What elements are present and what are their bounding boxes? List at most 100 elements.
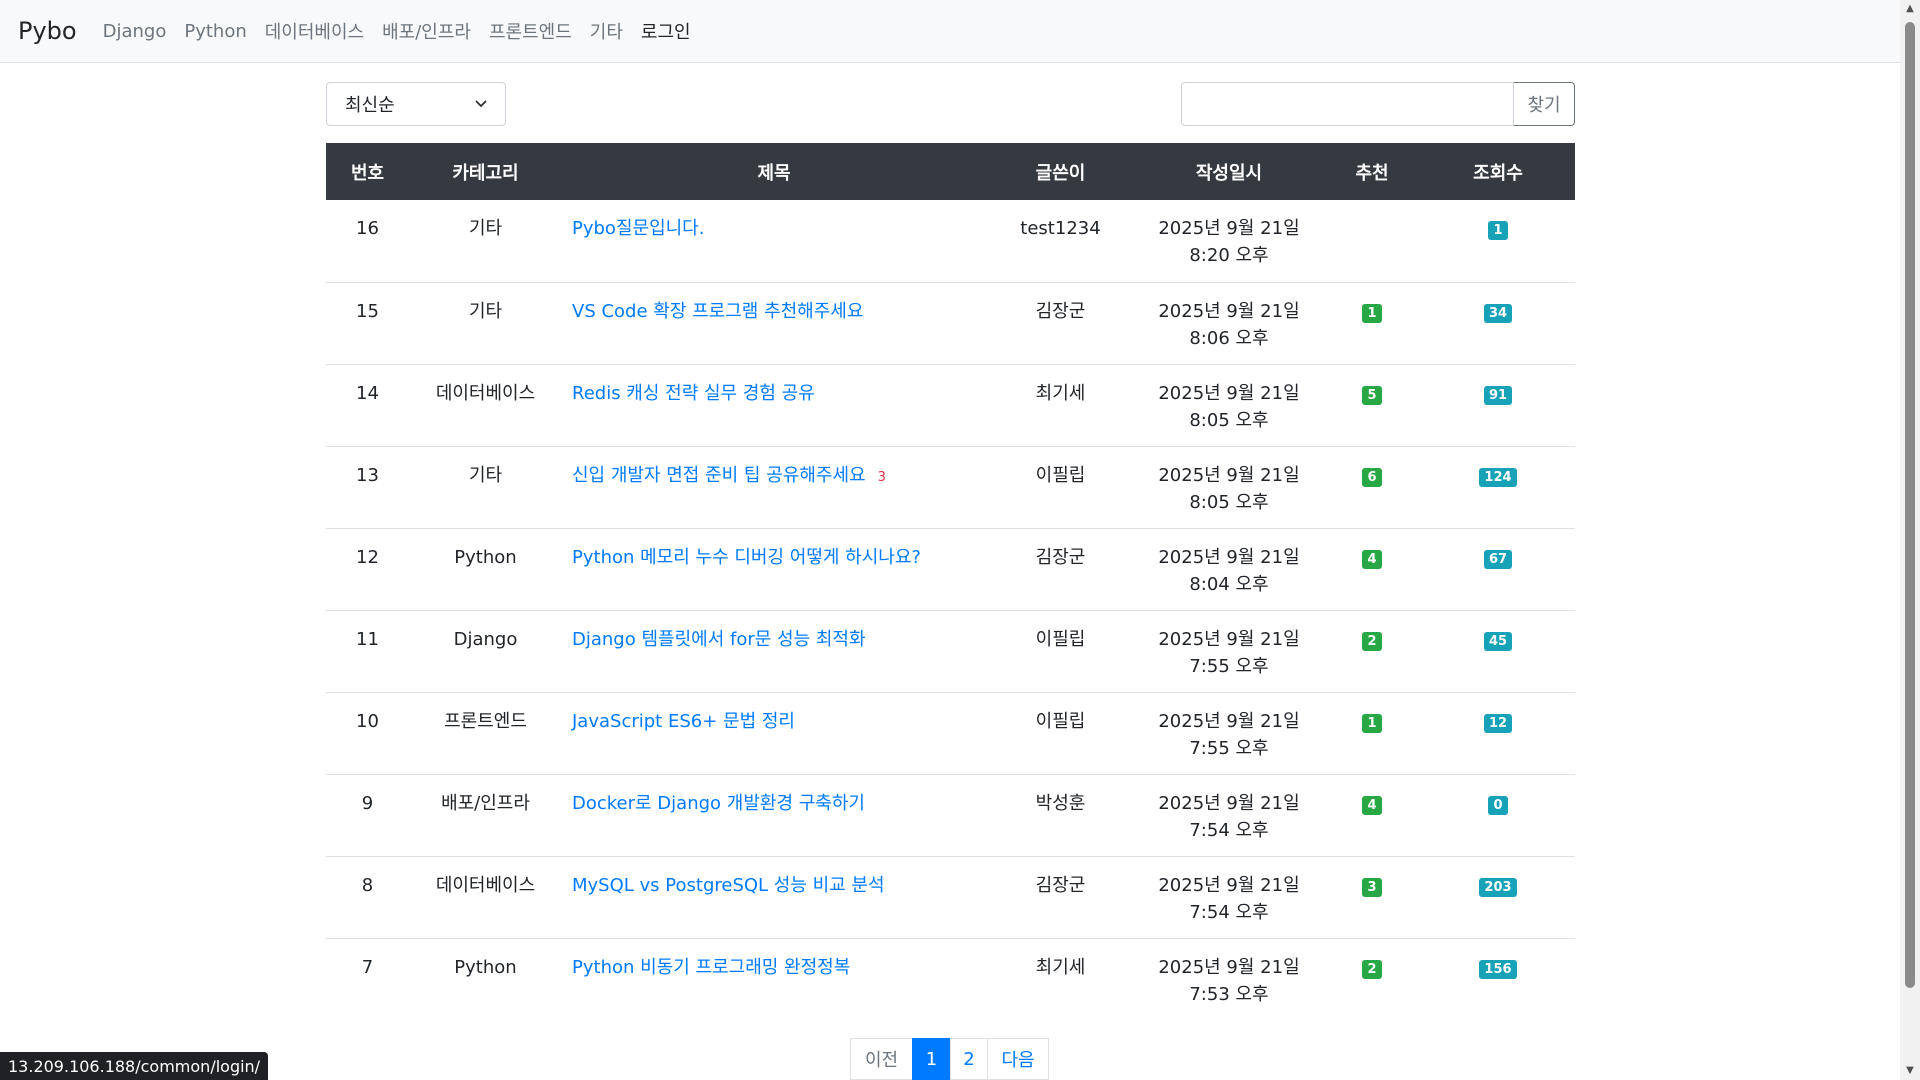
- question-title-link[interactable]: JavaScript ES6+ 문법 정리: [572, 711, 795, 732]
- search-input[interactable]: [1181, 82, 1514, 126]
- question-title-cell: VS Code 확장 프로그램 추천해주세요: [562, 282, 986, 364]
- question-title-link[interactable]: Docker로 Django 개발환경 구축하기: [572, 793, 865, 814]
- question-title-cell: Redis 캐싱 전략 실무 경험 공유: [562, 364, 986, 446]
- question-title-cell: JavaScript ES6+ 문법 정리: [562, 692, 986, 774]
- question-title-link[interactable]: Pybo질문입니다.: [572, 218, 704, 239]
- question-title-link[interactable]: MySQL vs PostgreSQL 성능 비교 분석: [572, 875, 885, 896]
- scrollbar-thumb[interactable]: [1905, 22, 1915, 988]
- search-button[interactable]: 찾기: [1514, 82, 1575, 126]
- question-number: 9: [361, 792, 374, 814]
- sort-select[interactable]: 최신순: [326, 82, 506, 126]
- created-date: 2025년 9월 21일: [1158, 628, 1300, 650]
- main-container: 최신순 찾기 번호 카테고리 제목 글쓴이 작성일시 추천 조회수 16 기타 …: [326, 63, 1575, 1020]
- question-title-cell: Pybo질문입니다.: [562, 200, 986, 282]
- table-row: 11 Django Django 템플릿에서 for문 성능 최적화 이필립 2…: [326, 610, 1575, 692]
- header-number: 번호: [350, 162, 385, 184]
- created-date: 2025년 9월 21일: [1158, 710, 1300, 732]
- question-title-link[interactable]: Redis 캐싱 전략 실무 경험 공유: [572, 383, 815, 404]
- header-title: 제목: [757, 162, 791, 184]
- question-votes: 3: [1323, 856, 1421, 938]
- question-votes: [1323, 200, 1421, 282]
- question-views: 124: [1421, 446, 1575, 528]
- question-number: 16: [356, 218, 379, 239]
- view-count-badge: 124: [1479, 467, 1517, 487]
- question-title-cell: MySQL vs PostgreSQL 성능 비교 분석: [562, 856, 986, 938]
- view-count-badge: 67: [1483, 549, 1513, 569]
- nav-link-login[interactable]: 로그인: [641, 18, 691, 44]
- created-time: 8:06 오후: [1189, 327, 1269, 349]
- view-count-badge: 1: [1488, 221, 1508, 240]
- question-title-link[interactable]: 신입 개발자 면접 준비 팁 공유해주세요: [572, 465, 866, 486]
- question-votes: 5: [1323, 364, 1421, 446]
- question-votes: 4: [1323, 528, 1421, 610]
- question-votes: 2: [1323, 938, 1421, 1020]
- question-number: 12: [356, 546, 379, 568]
- question-number: 11: [356, 628, 379, 650]
- nav-link-django[interactable]: Django: [103, 21, 167, 42]
- question-category: 기타: [468, 218, 503, 239]
- nav-link-deploy-infra[interactable]: 배포/인프라: [382, 18, 471, 44]
- view-count-badge: 156: [1479, 959, 1517, 979]
- question-author: 최기세: [1035, 956, 1086, 978]
- question-votes: 6: [1323, 446, 1421, 528]
- created-time: 8:04 오후: [1189, 573, 1269, 595]
- header-votes: 추천: [1355, 162, 1389, 184]
- nav-link-frontend[interactable]: 프론트엔드: [489, 18, 572, 44]
- question-title-link[interactable]: Python 비동기 프로그래밍 완정정복: [572, 957, 850, 978]
- status-bar-url: 13.209.106.188/common/login/: [0, 1052, 269, 1080]
- nav-link-database[interactable]: 데이터베이스: [265, 18, 364, 44]
- question-created-at: 2025년 9월 21일 8:05 오후: [1135, 446, 1323, 528]
- question-title-cell: Docker로 Django 개발환경 구축하기: [562, 774, 986, 856]
- created-date: 2025년 9월 21일: [1158, 464, 1300, 486]
- question-views: 45: [1421, 610, 1575, 692]
- question-author: 최기세: [1035, 382, 1086, 404]
- view-count-badge: 45: [1483, 631, 1513, 651]
- question-votes: 4: [1323, 774, 1421, 856]
- question-title-link[interactable]: VS Code 확장 프로그램 추천해주세요: [572, 301, 863, 322]
- question-author: test1234: [1020, 218, 1101, 239]
- question-table: 번호 카테고리 제목 글쓴이 작성일시 추천 조회수 16 기타 Pybo질문입…: [326, 143, 1575, 1020]
- nav-link-etc[interactable]: 기타: [590, 18, 623, 44]
- pagination-page-1[interactable]: 1: [912, 1038, 951, 1080]
- created-time: 7:55 오후: [1189, 655, 1269, 677]
- vote-count-badge: 2: [1362, 959, 1382, 979]
- pagination-prev[interactable]: 이전: [850, 1038, 913, 1080]
- created-date: 2025년 9월 21일: [1158, 792, 1300, 814]
- question-views: 67: [1421, 528, 1575, 610]
- question-votes: 1: [1323, 282, 1421, 364]
- question-category: 기타: [468, 300, 503, 322]
- search-group: 찾기: [1181, 82, 1575, 126]
- question-title-cell: Python 비동기 프로그래밍 완정정복: [562, 938, 986, 1020]
- nav-link-python[interactable]: Python: [184, 21, 246, 42]
- question-created-at: 2025년 9월 21일 7:54 오후: [1135, 774, 1323, 856]
- question-created-at: 2025년 9월 21일 7:55 오후: [1135, 692, 1323, 774]
- table-row: 10 프론트엔드 JavaScript ES6+ 문법 정리 이필립 2025년…: [326, 692, 1575, 774]
- created-date: 2025년 9월 21일: [1158, 546, 1300, 568]
- page-scrollbar[interactable]: ▲ ▼: [1900, 0, 1920, 1080]
- toolbar: 최신순 찾기: [326, 63, 1575, 143]
- scroll-down-arrow-icon[interactable]: ▼: [1900, 1062, 1920, 1080]
- question-created-at: 2025년 9월 21일 7:53 오후: [1135, 938, 1323, 1020]
- question-title-cell: Python 메모리 누수 디버깅 어떻게 하시나요?: [562, 528, 986, 610]
- created-time: 7:54 오후: [1189, 819, 1269, 841]
- view-count-badge: 0: [1488, 795, 1508, 815]
- table-row: 12 Python Python 메모리 누수 디버깅 어떻게 하시나요? 김장…: [326, 528, 1575, 610]
- question-title-link[interactable]: Python 메모리 누수 디버깅 어떻게 하시나요?: [572, 547, 921, 568]
- created-time: 8:20 오후: [1189, 245, 1269, 266]
- question-views: 34: [1421, 282, 1575, 364]
- created-time: 7:55 오후: [1189, 737, 1269, 759]
- scroll-up-arrow-icon[interactable]: ▲: [1900, 0, 1920, 18]
- question-views: 156: [1421, 938, 1575, 1020]
- question-number: 8: [361, 874, 374, 896]
- brand-link[interactable]: Pybo: [18, 17, 77, 45]
- header-category: 카테고리: [452, 162, 519, 184]
- table-row: 8 데이터베이스 MySQL vs PostgreSQL 성능 비교 분석 김장…: [326, 856, 1575, 938]
- pagination-page-2[interactable]: 2: [950, 1038, 988, 1080]
- question-title-link[interactable]: Django 템플릿에서 for문 성능 최적화: [572, 629, 866, 650]
- created-time: 7:54 오후: [1189, 901, 1269, 923]
- created-date: 2025년 9월 21일: [1158, 874, 1300, 896]
- pagination-next[interactable]: 다음: [987, 1038, 1049, 1080]
- header-created-at: 작성일시: [1195, 162, 1263, 184]
- table-row: 7 Python Python 비동기 프로그래밍 완정정복 최기세 2025년…: [326, 938, 1575, 1020]
- view-count-badge: 91: [1483, 385, 1513, 405]
